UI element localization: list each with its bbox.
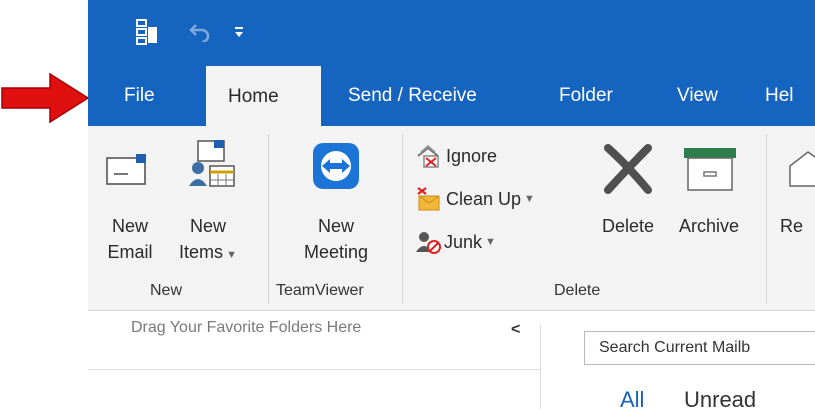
ribbon-home: New Email New Items ▼ New New Meeting Tea…: [88, 126, 815, 311]
respond-button-partial[interactable]: Re: [780, 140, 815, 280]
folder-list-divider: [88, 369, 540, 370]
cleanup-label: Clean Up: [446, 188, 522, 209]
collapse-folder-pane-button[interactable]: <: [511, 321, 520, 339]
undo-icon[interactable]: [188, 22, 212, 42]
group-divider: [766, 134, 767, 304]
ribbon-tab-bar: File Home Send / Receive Folder View Hel: [88, 66, 815, 126]
tab-file[interactable]: File: [124, 78, 155, 114]
group-divider: [402, 134, 403, 304]
new-meeting-button[interactable]: New Meeting: [284, 140, 388, 280]
title-bar: [88, 0, 815, 66]
tab-home[interactable]: Home: [206, 66, 321, 126]
junk-label: Junk: [444, 231, 483, 252]
delete-x-icon: [604, 144, 652, 194]
reply-envelope-icon: [789, 151, 815, 187]
dropdown-caret-icon: ▼: [485, 236, 496, 248]
archive-label: Archive: [678, 216, 740, 236]
new-email-icon: [106, 154, 146, 185]
respond-label: Re: [780, 216, 804, 236]
tab-folder[interactable]: Folder: [559, 78, 613, 114]
delete-label: Delete: [601, 216, 655, 236]
new-meeting-label-2: Meeting: [303, 242, 369, 262]
group-divider: [268, 134, 269, 304]
folder-pane-hint: Drag Your Favorite Folders Here: [131, 319, 362, 336]
ignore-button[interactable]: Ignore: [416, 144, 497, 168]
filter-all-link[interactable]: All: [620, 387, 644, 413]
cleanup-button[interactable]: Clean Up ▼: [416, 186, 535, 212]
new-email-label-1: New: [111, 216, 148, 236]
red-arrow-annotation: [1, 72, 90, 124]
group-label-new: New: [150, 282, 183, 299]
archive-button[interactable]: Archive: [668, 140, 750, 280]
new-items-button[interactable]: New Items ▼: [178, 140, 250, 280]
ignore-icon: [417, 145, 439, 168]
search-input[interactable]: Search Current Mailb: [584, 331, 815, 365]
tab-send-receive[interactable]: Send / Receive: [348, 78, 477, 114]
new-items-label-1: New: [189, 216, 226, 236]
qat-customize-icon[interactable]: [234, 25, 244, 39]
main-pane: Drag Your Favorite Folders Here < Search…: [88, 311, 815, 412]
dropdown-caret-icon: ▼: [524, 193, 535, 205]
new-email-label-2: Email: [107, 242, 153, 262]
teamviewer-icon: [313, 143, 359, 189]
cleanup-icon: [417, 187, 440, 211]
dropdown-caret-icon: ▼: [226, 249, 237, 261]
tab-view[interactable]: View: [677, 78, 718, 114]
tab-help[interactable]: Hel: [765, 78, 794, 114]
junk-button[interactable]: Junk ▼: [416, 230, 496, 254]
pane-splitter[interactable]: [540, 325, 541, 409]
group-label-teamviewer: TeamViewer: [276, 282, 364, 299]
new-items-icon: [189, 140, 235, 187]
new-email-button[interactable]: New Email: [102, 140, 158, 280]
junk-icon: [416, 232, 441, 254]
new-meeting-label-1: New: [317, 216, 354, 236]
outlook-qat-icon[interactable]: [136, 19, 158, 45]
group-label-delete: Delete: [554, 282, 601, 299]
archive-icon: [684, 148, 736, 191]
new-items-label-2: Items ▼: [179, 242, 237, 262]
ignore-label: Ignore: [446, 145, 498, 166]
delete-button[interactable]: Delete: [592, 140, 664, 280]
filter-unread-link[interactable]: Unread: [684, 387, 756, 413]
